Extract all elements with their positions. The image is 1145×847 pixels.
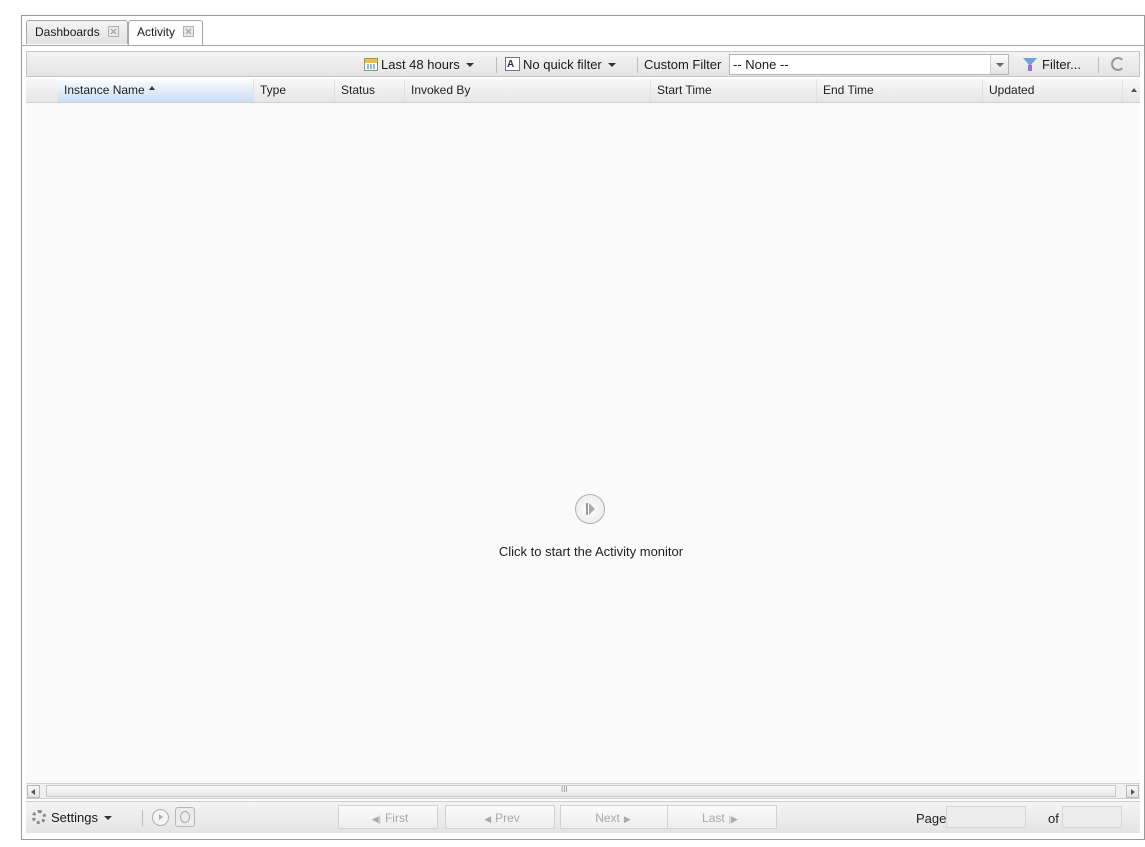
stop-button[interactable] — [175, 807, 195, 827]
settings-label: Settings — [51, 810, 98, 825]
pager-label: Next — [595, 811, 620, 825]
last-page-icon: |▶ — [728, 814, 738, 824]
column-header-type[interactable]: Type — [254, 79, 335, 102]
tab-dashboards[interactable]: Dashboards — [26, 20, 128, 44]
next-page-button[interactable]: Next ▶ — [560, 805, 670, 829]
tab-strip: Dashboards Activity — [22, 16, 1144, 46]
custom-filter-label: Custom Filter — [644, 57, 722, 72]
tab-activity[interactable]: Activity — [128, 20, 204, 45]
page-label: Page — [916, 811, 947, 826]
chevron-down-icon — [465, 63, 474, 67]
column-label: Invoked By — [411, 83, 471, 97]
scrollbar-thumb[interactable] — [46, 785, 1116, 797]
custom-filter-value: -- None -- — [733, 57, 789, 72]
toolbar-separator — [496, 57, 497, 73]
chevron-down-icon — [103, 816, 112, 820]
first-page-icon: ◀| — [371, 814, 381, 824]
tab-label: Activity — [137, 25, 176, 39]
close-icon[interactable] — [183, 26, 195, 37]
close-icon[interactable] — [107, 26, 119, 37]
gear-icon — [32, 810, 46, 824]
column-header-end-time[interactable]: End Time — [817, 79, 983, 102]
sort-ascending-icon — [148, 86, 155, 90]
page-count-field — [1062, 806, 1122, 828]
quick-filter-label: No quick filter — [523, 57, 602, 72]
scrollbar-grip: III — [561, 785, 568, 794]
tab-label: Dashboards — [35, 25, 100, 39]
column-header-instance-name[interactable]: Instance Name — [58, 79, 254, 102]
play-button[interactable] — [152, 809, 169, 826]
calendar-icon — [364, 58, 378, 71]
scroll-up-icon[interactable] — [1128, 79, 1140, 102]
next-page-icon: ▶ — [623, 814, 631, 824]
toolbar-separator — [637, 57, 638, 73]
grid-toolbar: Last 48 hours No quick filter Custom Fil… — [26, 51, 1140, 77]
empty-state-message[interactable]: Click to start the Activity monitor — [426, 544, 756, 559]
page-number-input[interactable] — [946, 806, 1026, 828]
horizontal-scrollbar[interactable]: III — [26, 783, 1140, 799]
last-page-button[interactable]: Last |▶ — [667, 805, 777, 829]
prev-page-button[interactable]: ◀ Prev — [445, 805, 555, 829]
quick-filter-button[interactable]: No quick filter — [505, 55, 616, 74]
grid-header: Instance Name Type Status Invoked By Sta… — [26, 79, 1140, 103]
column-header-status[interactable]: Status — [335, 79, 405, 102]
scroll-left-icon[interactable] — [27, 785, 40, 798]
column-label: Updated — [989, 83, 1035, 97]
column-label: Status — [341, 83, 376, 97]
column-header-start-time[interactable]: Start Time — [651, 79, 817, 102]
start-monitor-button[interactable] — [575, 494, 605, 524]
of-label: of — [1048, 811, 1059, 826]
filter-button[interactable]: Filter... — [1023, 55, 1081, 74]
pager-label: First — [384, 811, 409, 825]
scroll-right-icon[interactable] — [1126, 785, 1139, 798]
column-label: End Time — [823, 83, 874, 97]
column-header-invoked-by[interactable]: Invoked By — [405, 79, 651, 102]
prev-page-icon: ◀ — [484, 814, 492, 824]
pager-label: Last — [702, 811, 725, 825]
chevron-down-icon[interactable] — [990, 55, 1008, 74]
column-label: Instance Name — [64, 83, 145, 97]
filter-button-label: Filter... — [1042, 57, 1082, 72]
quick-filter-icon — [505, 55, 520, 74]
activity-window: Dashboards Activity Last 48 hours No qui… — [21, 15, 1145, 840]
time-range-label: Last 48 hours — [381, 57, 460, 72]
grid-body: Click to start the Activity monitor — [26, 103, 1140, 783]
column-header-updated[interactable]: Updated — [983, 79, 1123, 102]
column-label: Type — [260, 83, 287, 97]
column-label: Start Time — [657, 83, 712, 97]
stop-icon — [180, 811, 190, 823]
bottom-toolbar: Settings ◀| First ◀ Prev Next ▶ Last |▶ Page… — [26, 801, 1140, 833]
refresh-icon[interactable] — [1111, 57, 1125, 71]
time-range-button[interactable]: Last 48 hours — [364, 55, 474, 74]
pager-label: Prev — [495, 811, 520, 825]
filter-icon — [1023, 57, 1037, 71]
first-page-button[interactable]: ◀| First — [338, 805, 438, 829]
custom-filter-select[interactable]: -- None -- — [729, 54, 1009, 75]
settings-button[interactable]: Settings — [32, 808, 112, 828]
toolbar-separator — [142, 810, 143, 826]
chevron-down-icon — [607, 63, 616, 67]
toolbar-separator — [1098, 57, 1099, 73]
